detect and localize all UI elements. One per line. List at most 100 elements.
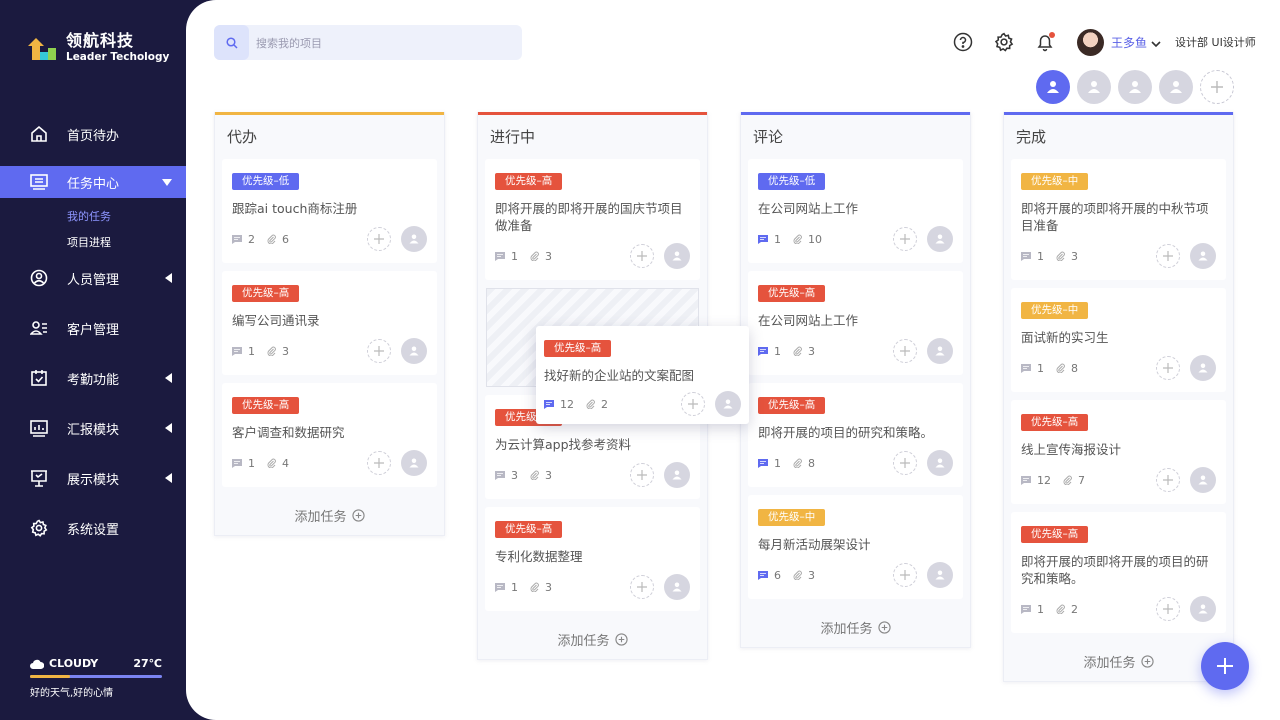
task-card[interactable]: 优先级–中 每月新活动展架设计 6 3 xyxy=(748,495,963,599)
nav-label: 汇报模块 xyxy=(67,422,120,438)
user-icon xyxy=(1198,363,1208,373)
comment-icon xyxy=(758,458,768,468)
assignee-avatar[interactable] xyxy=(1190,355,1216,381)
add-assignee-button[interactable] xyxy=(1156,244,1180,268)
user-icon xyxy=(935,570,945,580)
assignee-avatar[interactable] xyxy=(1190,467,1216,493)
column-title: 完成 xyxy=(1016,128,1047,146)
nav-item-home[interactable]: 首页待办 xyxy=(0,118,186,150)
assignee-avatar[interactable] xyxy=(401,450,427,476)
add-assignee-button[interactable] xyxy=(893,227,917,251)
add-assignee-button[interactable] xyxy=(367,227,391,251)
add-assignee-button[interactable] xyxy=(630,244,654,268)
member-avatar[interactable] xyxy=(1077,70,1111,104)
assignee-avatar[interactable] xyxy=(1190,243,1216,269)
assignee-avatar[interactable] xyxy=(664,243,690,269)
assignee-avatar[interactable] xyxy=(1190,596,1216,622)
add-assignee-button[interactable] xyxy=(681,392,705,416)
gear-icon[interactable] xyxy=(993,31,1015,53)
search-input[interactable] xyxy=(256,33,506,53)
add-assignee-button[interactable] xyxy=(630,463,654,487)
comment-icon xyxy=(232,346,242,356)
member-avatar[interactable] xyxy=(1036,70,1070,104)
task-card[interactable]: 优先级–高 线上宣传海报设计 12 7 xyxy=(1011,400,1226,504)
user-name[interactable]: 王多鱼 xyxy=(1111,34,1147,51)
add-assignee-button[interactable] xyxy=(367,339,391,363)
add-member-button[interactable] xyxy=(1200,70,1234,104)
task-card[interactable]: 优先级–高 客户调查和数据研究 1 4 xyxy=(222,383,437,487)
nav-item-tasks[interactable]: 任务中心 xyxy=(0,166,186,198)
search-button[interactable] xyxy=(214,25,249,60)
paperclip-icon xyxy=(793,570,802,580)
assignee-avatar[interactable] xyxy=(715,391,741,417)
sub-item-progress[interactable]: 项目进程 xyxy=(0,230,186,256)
assignee-avatar[interactable] xyxy=(927,226,953,252)
assignee-avatar[interactable] xyxy=(664,574,690,600)
comment-count: 1 xyxy=(495,581,518,594)
member-avatar[interactable] xyxy=(1159,70,1193,104)
comment-count: 1 xyxy=(758,345,781,358)
priority-badge: 优先级–中 xyxy=(1021,302,1089,319)
help-icon[interactable] xyxy=(952,31,974,53)
add-assignee-button[interactable] xyxy=(893,451,917,475)
card-title: 为云计算app找参考资料 xyxy=(495,437,632,452)
brand-name: 领航科技 xyxy=(66,31,135,50)
avatar[interactable] xyxy=(1077,28,1104,56)
add-assignee-button[interactable] xyxy=(630,575,654,599)
column-title: 进行中 xyxy=(490,128,536,146)
assignee-avatar[interactable] xyxy=(927,338,953,364)
bell-icon[interactable] xyxy=(1034,31,1056,53)
priority-badge: 优先级–高 xyxy=(232,397,300,414)
assignee-avatar[interactable] xyxy=(664,462,690,488)
assignee-avatar[interactable] xyxy=(927,562,953,588)
task-card[interactable]: 优先级–高 专利化数据整理 1 3 xyxy=(485,507,700,611)
add-assignee-button[interactable] xyxy=(1156,356,1180,380)
member-avatar[interactable] xyxy=(1118,70,1152,104)
attachment-count: 3 xyxy=(793,345,815,358)
add-assignee-button[interactable] xyxy=(893,563,917,587)
nav-item-settings[interactable]: 系统设置 xyxy=(0,512,186,544)
nav-item-attendance[interactable]: 考勤功能 xyxy=(0,362,186,394)
nav-item-display[interactable]: 展示模块 xyxy=(0,462,186,494)
task-card[interactable]: 优先级–中 即将开展的项即将开展的中秋节项目准备 1 3 xyxy=(1011,159,1226,280)
add-task-button[interactable]: 添加任务 xyxy=(215,495,444,535)
comment-count: 12 xyxy=(1021,474,1051,487)
task-card[interactable]: 优先级–高 在公司网站上工作 1 3 xyxy=(748,271,963,375)
paperclip-icon xyxy=(793,458,802,468)
add-assignee-button[interactable] xyxy=(893,339,917,363)
add-task-button[interactable]: 添加任务 xyxy=(478,619,707,659)
add-assignee-button[interactable] xyxy=(367,451,391,475)
chevron-down-icon[interactable] xyxy=(1151,33,1161,52)
member-list xyxy=(1036,70,1241,104)
paperclip-icon xyxy=(1056,604,1065,614)
nav-item-clients[interactable]: 客户管理 xyxy=(0,312,186,344)
dragging-card[interactable]: 优先级–高 找好新的企业站的文案配图 12 2 xyxy=(536,326,749,424)
priority-badge: 优先级–高 xyxy=(495,521,563,538)
add-assignee-button[interactable] xyxy=(1156,468,1180,492)
assignee-avatar[interactable] xyxy=(927,450,953,476)
card-title: 在公司网站上工作 xyxy=(758,201,859,216)
sidebar: 领航科技 Leader Techology 首页待办 任务中心 我的任务 项目进… xyxy=(0,0,186,720)
assignee-avatar[interactable] xyxy=(401,338,427,364)
sub-item-my-tasks[interactable]: 我的任务 xyxy=(0,204,186,230)
add-task-button[interactable]: 添加任务 xyxy=(1004,641,1233,681)
add-task-button[interactable]: 添加任务 xyxy=(741,607,970,647)
task-card[interactable]: 优先级–低 跟踪ai touch商标注册 2 6 xyxy=(222,159,437,263)
nav-item-staff[interactable]: 人员管理 xyxy=(0,262,186,294)
task-card[interactable]: 优先级–中 面试新的实习生 1 8 xyxy=(1011,288,1226,392)
task-card[interactable]: 优先级–高 即将开展的项即将开展的项目的研究和策略。 1 2 xyxy=(1011,512,1226,633)
attachment-count: 3 xyxy=(530,250,552,263)
task-card[interactable]: 优先级–高 即将开展的即将开展的国庆节项目做准备 1 3 xyxy=(485,159,700,280)
add-fab-button[interactable] xyxy=(1201,642,1249,690)
task-card[interactable]: 优先级–高 即将开展的项目的研究和策略。 1 8 xyxy=(748,383,963,487)
nav-item-reports[interactable]: 汇报模块 xyxy=(0,412,186,444)
task-card[interactable]: 优先级–低 在公司网站上工作 1 10 xyxy=(748,159,963,263)
add-assignee-button[interactable] xyxy=(1156,597,1180,621)
assignee-avatar[interactable] xyxy=(401,226,427,252)
brand[interactable]: 领航科技 Leader Techology xyxy=(26,32,169,64)
comment-icon xyxy=(1021,363,1031,373)
task-card[interactable]: 优先级–高 编写公司通讯录 1 3 xyxy=(222,271,437,375)
nav-label: 系统设置 xyxy=(67,522,120,538)
paperclip-icon xyxy=(530,470,539,480)
paperclip-icon xyxy=(267,234,276,244)
